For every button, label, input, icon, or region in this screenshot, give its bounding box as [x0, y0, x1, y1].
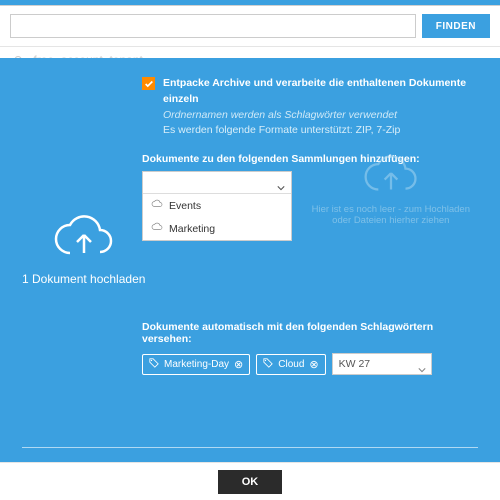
- collections-label: Dokumente zu den folgenden Sammlungen hi…: [142, 153, 478, 165]
- tag-chip[interactable]: Marketing-Day ⊗: [142, 354, 250, 375]
- modal-footer: OK: [0, 462, 500, 500]
- archive-option-row: Entpacke Archive und verarbeite die enth…: [142, 76, 478, 139]
- tag-icon: [149, 358, 159, 371]
- divider: [22, 447, 478, 448]
- upload-modal: Entpacke Archive und verarbeite die enth…: [0, 58, 500, 462]
- dropzone-line1: Hier ist es noch leer - zum Hochladen: [312, 204, 470, 215]
- tag-label: Cloud: [278, 359, 304, 370]
- tags-label: Dokumente automatisch mit den folgenden …: [142, 321, 478, 345]
- collection-option[interactable]: Marketing: [143, 217, 291, 240]
- dropzone-line2: oder Dateien hierher ziehen: [312, 215, 470, 226]
- tag-input-wrapper[interactable]: [332, 353, 432, 375]
- cloud-icon: [151, 199, 163, 212]
- archive-line1: Entpacke Archive und verarbeite die enth…: [163, 76, 478, 108]
- collections-dropdown[interactable]: Events Marketing: [142, 171, 292, 241]
- check-icon: [144, 79, 154, 89]
- archive-line3: Es werden folgende Formate unterstützt: …: [163, 123, 478, 139]
- cloud-icon: [151, 222, 163, 235]
- upload-caption: 1 Dokument hochladen: [22, 272, 145, 286]
- collections-input[interactable]: [149, 177, 285, 189]
- archive-checkbox[interactable]: [142, 77, 155, 90]
- collections-input-row: [143, 172, 291, 194]
- caret-down-icon[interactable]: [277, 179, 285, 197]
- search-bar: FINDEN: [0, 6, 500, 47]
- archive-option-text: Entpacke Archive und verarbeite die enth…: [163, 76, 478, 139]
- collection-option-label: Marketing: [169, 223, 215, 235]
- collection-option-label: Events: [169, 200, 201, 212]
- tag-label: Marketing-Day: [164, 359, 229, 370]
- collection-option[interactable]: Events: [143, 194, 291, 217]
- find-button[interactable]: FINDEN: [422, 14, 490, 38]
- tag-icon: [263, 358, 273, 371]
- caret-down-icon[interactable]: [418, 361, 426, 379]
- search-input[interactable]: [10, 14, 416, 38]
- tag-remove-icon[interactable]: ⊗: [309, 358, 318, 371]
- upload-indicator: 1 Dokument hochladen: [22, 213, 145, 286]
- archive-line2: Ordnernamen werden als Schlagwörter verw…: [163, 108, 478, 124]
- cloud-upload-icon: [52, 213, 116, 261]
- ok-button[interactable]: OK: [218, 470, 282, 494]
- tag-remove-icon[interactable]: ⊗: [234, 358, 243, 371]
- tags-row: Marketing-Day ⊗ Cloud ⊗: [142, 353, 478, 375]
- tag-input[interactable]: [339, 358, 425, 370]
- tag-chip[interactable]: Cloud ⊗: [256, 354, 325, 375]
